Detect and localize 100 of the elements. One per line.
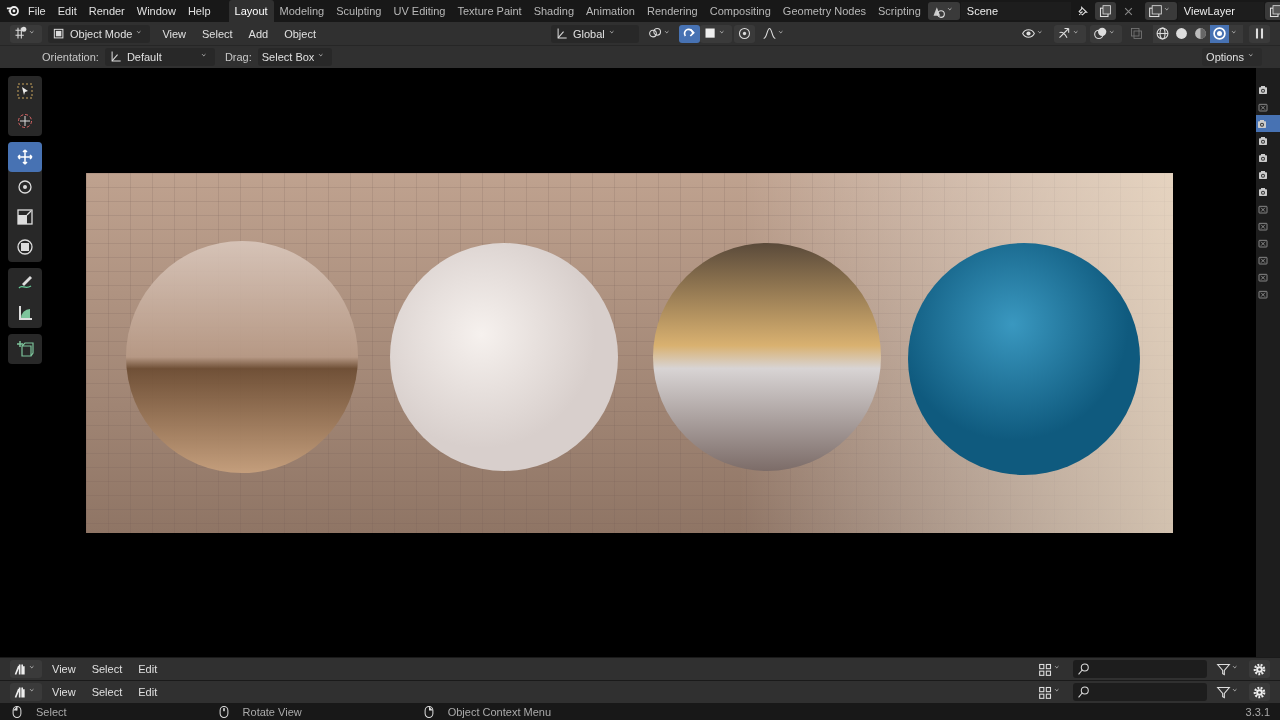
menu-item[interactable]: View	[44, 663, 84, 675]
wireframe-sphere-icon	[1155, 26, 1170, 41]
target-icon	[737, 26, 752, 41]
menu-item[interactable]: View	[44, 686, 84, 698]
workspace-tab[interactable]: Rendering	[640, 0, 704, 22]
camera-icon	[1257, 168, 1269, 181]
workspace-tab[interactable]: Scripting	[872, 0, 927, 22]
orientation-dropdown[interactable]: Default	[104, 48, 215, 66]
editor-type-button[interactable]	[10, 24, 42, 43]
camera-icon	[1257, 151, 1269, 164]
version-label: 3.3.1	[1245, 705, 1270, 718]
workspace-tab[interactable]: Animation	[580, 0, 641, 22]
half-shaded-sphere-icon	[1193, 26, 1208, 41]
snap-target-button[interactable]	[700, 24, 732, 43]
gizmo-button[interactable]	[1054, 24, 1086, 43]
shading-mode-button[interactable]	[1191, 24, 1210, 43]
select-box-icon	[16, 82, 34, 100]
app-logo-icon[interactable]	[6, 3, 22, 19]
settings-icon	[1252, 684, 1267, 700]
new-scene-button[interactable]	[1094, 2, 1116, 20]
eye-icon	[1021, 26, 1036, 41]
workspace-tab[interactable]: Shading	[527, 0, 581, 22]
workspace-tab[interactable]: Modeling	[273, 0, 331, 22]
search-field[interactable]	[1073, 683, 1207, 701]
sidebar-toggle-button[interactable]	[1249, 24, 1270, 43]
menu-item[interactable]: Select	[83, 663, 131, 675]
view-layer-field[interactable]: ViewLayer	[1177, 2, 1264, 20]
workspace-tab[interactable]: Texture Paint	[451, 0, 528, 22]
mouse-icon	[421, 704, 436, 719]
menu-item[interactable]: Edit	[51, 5, 83, 17]
shading-mode-button[interactable]	[1153, 24, 1172, 43]
menu-item[interactable]: Window	[130, 5, 182, 17]
camera-icon	[1257, 185, 1269, 198]
scene-field[interactable]: Scene	[960, 2, 1071, 20]
menu-item[interactable]: Edit	[130, 663, 166, 675]
menu-item[interactable]: Help	[181, 5, 217, 17]
scene-selector-button[interactable]	[927, 2, 960, 20]
status-hint: Object Context Menu	[447, 705, 552, 718]
move-arrows-icon	[16, 148, 34, 166]
duplicate-icon	[1267, 3, 1280, 19]
menu-item[interactable]: Select	[194, 27, 241, 40]
workspace-tab[interactable]: Compositing	[703, 0, 777, 22]
menu-item[interactable]: Render	[82, 5, 131, 17]
options-dropdown[interactable]: Options	[1202, 48, 1262, 66]
workspace-tab[interactable]: UV Editing	[387, 0, 452, 22]
status-hint: Rotate View	[242, 705, 302, 718]
settings-icon	[1252, 661, 1267, 677]
rendered-sphere-icon	[1212, 26, 1227, 41]
snap-toggle[interactable]	[679, 24, 700, 43]
search-icon	[1077, 662, 1091, 676]
scale-icon	[16, 208, 34, 226]
overlap-squares-icon	[1129, 26, 1144, 41]
menu-item[interactable]: View	[154, 27, 195, 40]
workspace-tab[interactable]: Layout	[228, 0, 274, 22]
camera-icon	[1257, 83, 1269, 96]
cube-icon	[52, 26, 66, 41]
axes-icon	[108, 50, 123, 64]
grid-icon	[13, 26, 28, 41]
menu-item[interactable]: Object	[276, 27, 324, 40]
arrow-icon	[1057, 26, 1072, 41]
proportional-editing-button[interactable]	[734, 24, 755, 43]
workspace-tab[interactable]: Sculpting	[330, 0, 388, 22]
menu-item[interactable]: Add	[240, 27, 277, 40]
settings-button[interactable]	[1249, 660, 1270, 678]
editor-type-button[interactable]	[10, 660, 42, 678]
grid-view-icon	[1038, 684, 1053, 700]
menu-item[interactable]: Edit	[130, 686, 166, 698]
transform-icon	[16, 238, 34, 256]
add-cube-icon	[16, 340, 34, 358]
shading-mode-button[interactable]	[1210, 24, 1229, 43]
solid-sphere-icon	[1174, 26, 1189, 41]
menu-item[interactable]: File	[22, 5, 52, 17]
workspace-tab[interactable]: Geometry Nodes	[776, 0, 872, 22]
search-field[interactable]	[1073, 660, 1207, 678]
new-view-layer-button[interactable]	[1264, 2, 1280, 20]
editor-type-button[interactable]	[10, 683, 42, 701]
view-layer-selector-button[interactable]	[1144, 2, 1177, 20]
overlap-circles-icon	[1093, 26, 1108, 41]
tool-button[interactable]	[8, 142, 42, 172]
status-hint: Select	[36, 705, 67, 718]
overlay-button[interactable]	[1090, 24, 1122, 43]
drag-label: Drag:	[224, 51, 252, 63]
filter-icon	[1216, 684, 1231, 700]
square-icon	[703, 26, 718, 41]
mouse-icon	[216, 704, 231, 719]
filter-icon	[1216, 661, 1231, 677]
layers-icon	[1147, 3, 1163, 19]
drag-dropdown[interactable]: Select Box	[257, 48, 333, 66]
camera-icon	[1256, 117, 1268, 130]
mouse-icon	[10, 704, 24, 719]
curve-icon	[762, 26, 777, 41]
menu-item[interactable]: Select	[83, 686, 131, 698]
settings-button[interactable]	[1249, 683, 1270, 701]
orientation-dropdown[interactable]: Global	[551, 24, 639, 43]
axes-icon	[555, 26, 569, 41]
mode-dropdown[interactable]: Object Mode	[48, 24, 151, 43]
restrict-toggle[interactable]	[1256, 115, 1280, 132]
camera-icon	[1257, 134, 1269, 147]
grid-view-icon	[1038, 661, 1053, 677]
duplicate-icon	[1097, 3, 1113, 19]
